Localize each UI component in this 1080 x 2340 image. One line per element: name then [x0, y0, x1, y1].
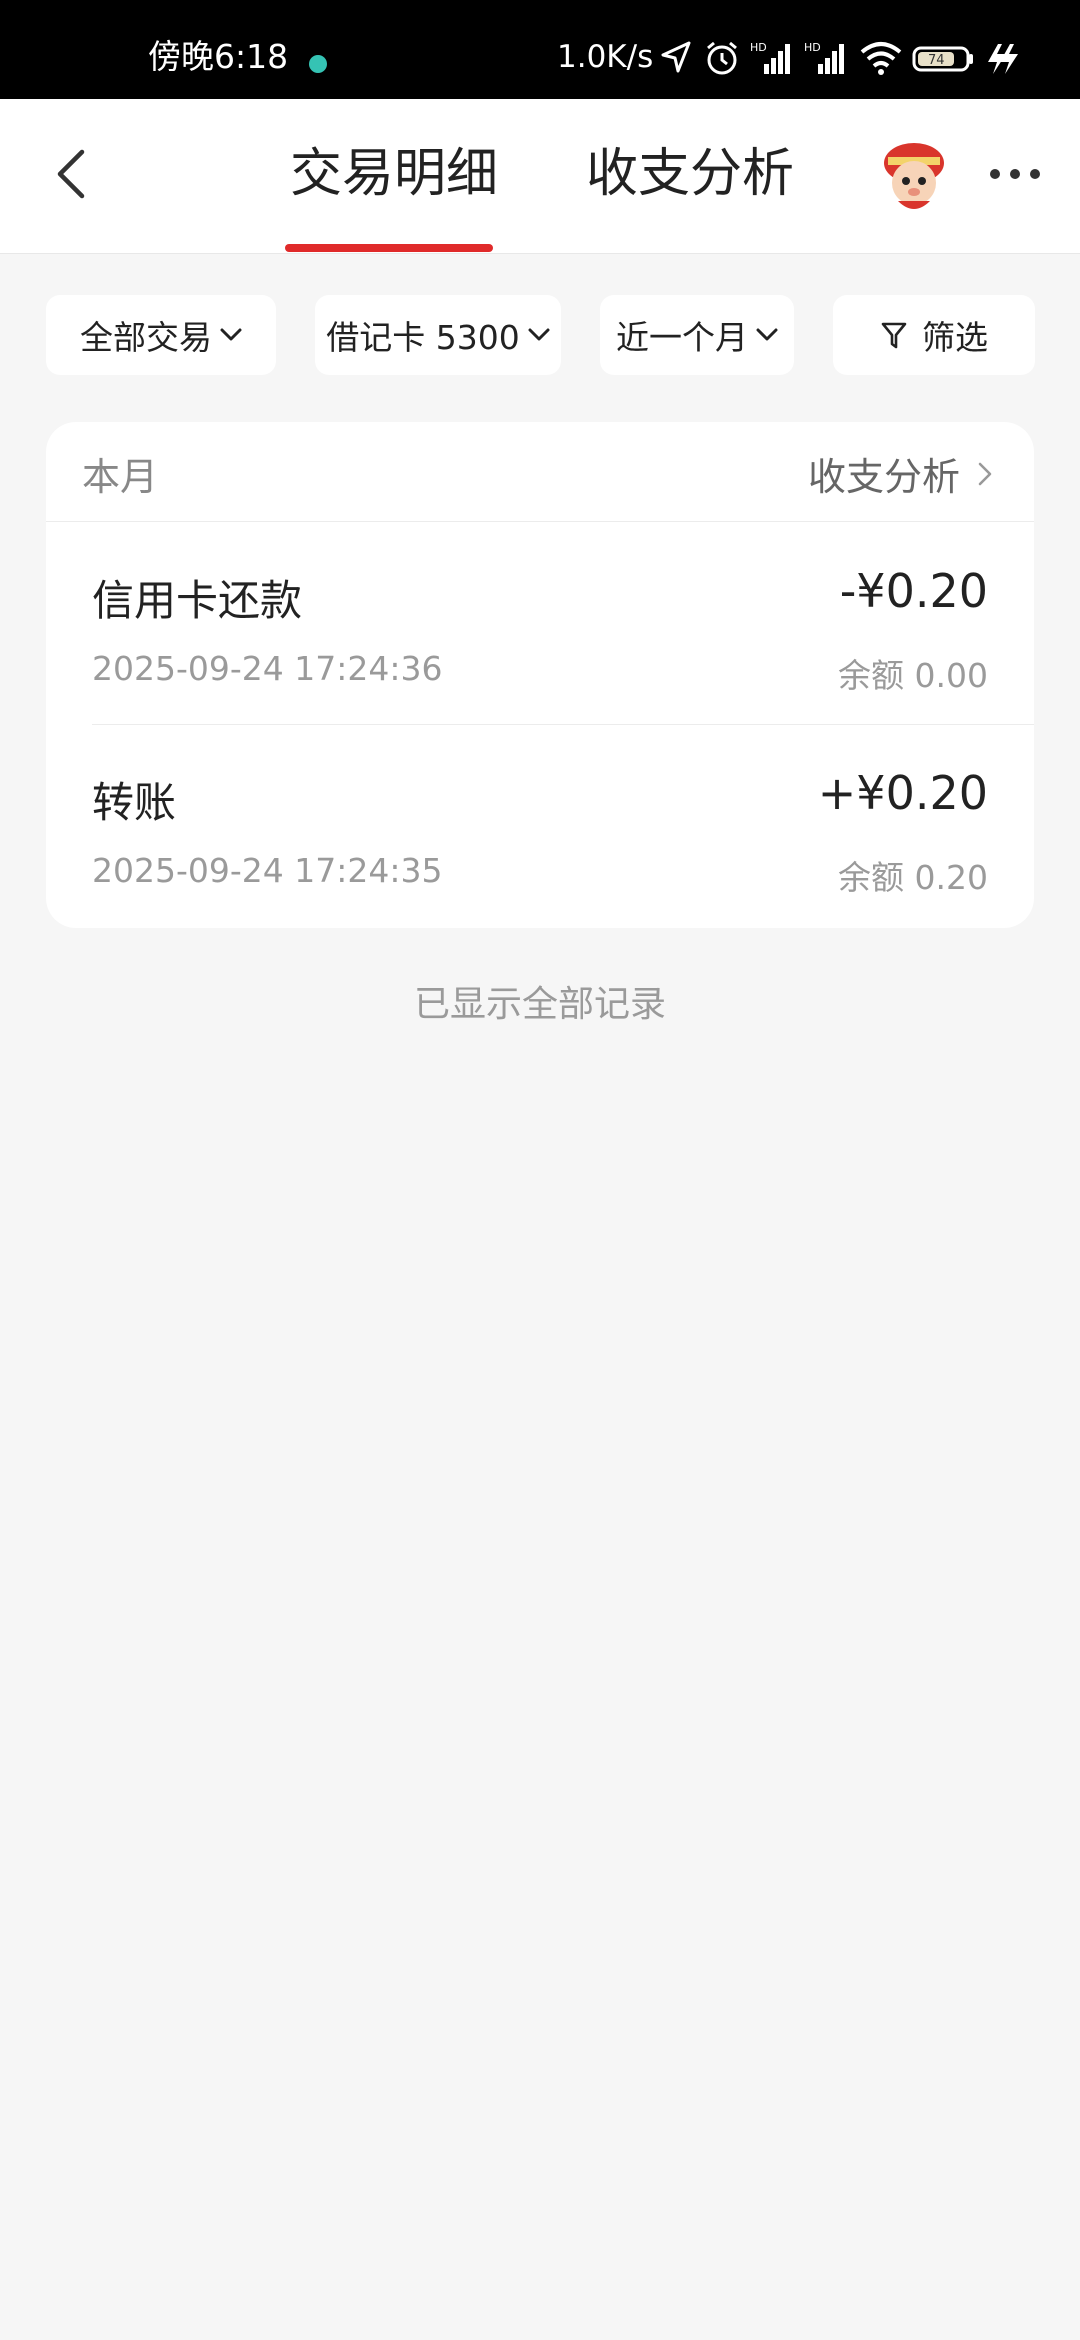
transaction-row[interactable]: 信用卡还款 -¥0.20 2025-09-24 17:24:36 余额 0.00	[46, 522, 1034, 724]
period-dropdown[interactable]: 近一个月	[600, 295, 794, 375]
card-selector-dropdown[interactable]: 借记卡 5300	[315, 295, 561, 375]
chevron-right-icon	[978, 462, 992, 485]
svg-text:HD: HD	[804, 41, 821, 54]
network-speed: 1.0K/s	[557, 39, 654, 75]
tab-income-expense-analysis[interactable]: 收支分析	[586, 139, 794, 209]
status-bar: 傍晚6:18 1.0K/s HD HD 74	[0, 0, 1080, 99]
charging-icon	[988, 44, 1018, 74]
chevron-down-icon	[756, 328, 778, 341]
signal-1-icon: HD	[750, 41, 790, 74]
dot-icon	[1030, 169, 1040, 179]
card-selector-label: 借记卡 5300	[326, 318, 520, 357]
chevron-down-icon	[220, 328, 242, 341]
transaction-time: 2025-09-24 17:24:36	[92, 649, 443, 688]
back-button[interactable]	[46, 144, 96, 204]
alarm-icon	[707, 41, 737, 75]
signal-2-icon: HD	[804, 41, 844, 74]
month-title: 本月	[82, 455, 159, 499]
svg-text:HD: HD	[750, 41, 767, 54]
transactions-card: 本月 收支分析 信用卡还款 -¥0.20 2025-09-24 17:24:36…	[46, 422, 1034, 928]
more-options-button[interactable]	[990, 154, 1040, 194]
income-expense-analysis-link[interactable]: 收支分析	[808, 446, 992, 501]
dot-icon	[1010, 169, 1020, 179]
active-tab-indicator	[285, 244, 493, 252]
battery-icon: 74	[912, 46, 973, 72]
mascot-icon	[884, 143, 944, 209]
transaction-name: 转账	[92, 778, 177, 827]
status-time: 傍晚6:18	[148, 37, 289, 76]
transaction-balance: 余额 0.20	[838, 858, 988, 897]
card-header: 本月 收支分析	[46, 422, 1034, 522]
notification-dot-icon	[309, 55, 327, 73]
filter-label: 筛选	[922, 318, 988, 357]
transaction-time: 2025-09-24 17:24:35	[92, 851, 443, 890]
transaction-amount: +¥0.20	[817, 766, 988, 820]
location-icon	[661, 41, 691, 73]
analysis-link-label: 收支分析	[807, 455, 960, 499]
mascot-avatar[interactable]	[874, 137, 954, 217]
period-label: 近一个月	[616, 318, 748, 357]
transaction-amount: -¥0.20	[839, 564, 988, 618]
transaction-type-label: 全部交易	[80, 318, 212, 357]
transaction-type-dropdown[interactable]: 全部交易	[46, 295, 276, 375]
tab-transaction-details[interactable]: 交易明细	[290, 139, 498, 209]
battery-level: 74	[928, 53, 945, 68]
dot-icon	[990, 169, 1000, 179]
chevron-left-icon	[57, 149, 85, 199]
filter-button[interactable]: 筛选	[833, 295, 1035, 375]
end-of-list-note: 已显示全部记录	[413, 984, 666, 1025]
filter-funnel-icon	[881, 322, 907, 349]
transaction-balance: 余额 0.00	[838, 656, 988, 695]
transaction-name: 信用卡还款	[92, 576, 303, 625]
transaction-row[interactable]: 转账 +¥0.20 2025-09-24 17:24:35 余额 0.20	[46, 724, 1034, 926]
wifi-icon	[860, 42, 902, 75]
top-nav-header: 交易明细 收支分析	[0, 99, 1080, 254]
chevron-down-icon	[528, 328, 550, 341]
